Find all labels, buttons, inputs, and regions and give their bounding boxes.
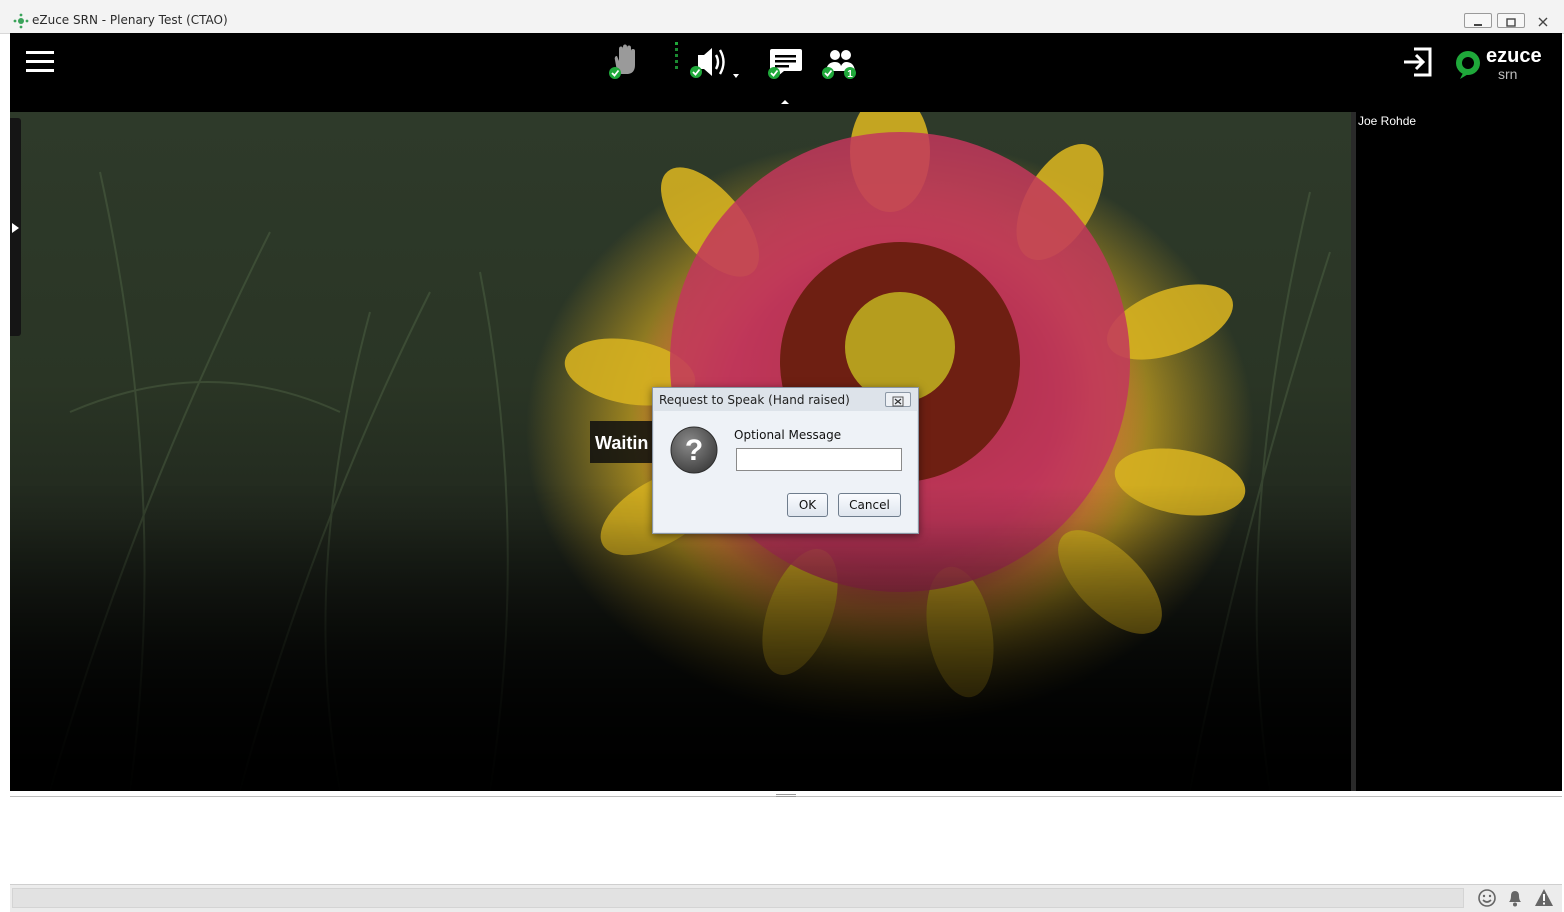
chevron-right-icon <box>12 223 19 233</box>
status-bar <box>10 884 1562 912</box>
app-icon <box>13 13 29 29</box>
question-icon: ? <box>670 426 718 474</box>
optional-message-input[interactable] <box>736 448 902 471</box>
chat-bubble-icon[interactable] <box>764 47 804 83</box>
close-icon <box>892 396 904 407</box>
cancel-button[interactable]: Cancel <box>838 493 901 517</box>
chat-input-area[interactable] <box>10 793 1562 885</box>
smiley-icon[interactable] <box>1477 888 1497 908</box>
speaker-icon[interactable] <box>674 41 740 81</box>
status-field[interactable] <box>12 888 1464 908</box>
bell-icon[interactable] <box>1505 887 1525 908</box>
window-titlebar: eZuce SRN - Plenary Test (CTAO) <box>0 0 1564 34</box>
side-drawer-handle[interactable] <box>10 118 21 336</box>
maximize-button[interactable] <box>1497 13 1525 28</box>
splitter-grip-icon[interactable] <box>776 793 796 799</box>
main-toolbar: 1 ezuce srn <box>10 33 1562 112</box>
svg-text:?: ? <box>685 434 703 467</box>
hand-icon[interactable] <box>606 43 642 81</box>
window-title: eZuce SRN - Plenary Test (CTAO) <box>32 13 228 27</box>
request-to-speak-dialog: Request to Speak (Hand raised) ? Optiona… <box>652 387 919 534</box>
waiting-label: Waitin <box>590 421 652 463</box>
ok-button[interactable]: OK <box>787 493 828 517</box>
participants-panel: Joe Rohde <box>1356 112 1562 791</box>
chevron-down-icon <box>733 74 739 78</box>
minimize-button[interactable] <box>1464 13 1492 28</box>
warning-icon[interactable] <box>1533 887 1555 908</box>
dialog-close-button[interactable] <box>885 392 911 407</box>
participants-count-badge: 1 <box>847 69 853 80</box>
chevron-up-icon <box>781 100 789 104</box>
exit-icon[interactable] <box>1400 45 1436 79</box>
svg-text:srn: srn <box>1498 66 1517 82</box>
svg-text:ezuce: ezuce <box>1486 45 1542 67</box>
optional-message-label: Optional Message <box>734 428 842 442</box>
participant-name[interactable]: Joe Rohde <box>1358 114 1416 128</box>
dialog-body: ? Optional Message OK Cancel <box>654 411 917 532</box>
people-icon[interactable]: 1 <box>818 47 862 83</box>
dialog-title: Request to Speak (Hand raised) <box>659 393 850 407</box>
ezuce-logo: ezuce srn <box>1456 45 1542 82</box>
hamburger-menu-icon[interactable] <box>24 48 56 76</box>
close-button[interactable] <box>1530 13 1558 28</box>
